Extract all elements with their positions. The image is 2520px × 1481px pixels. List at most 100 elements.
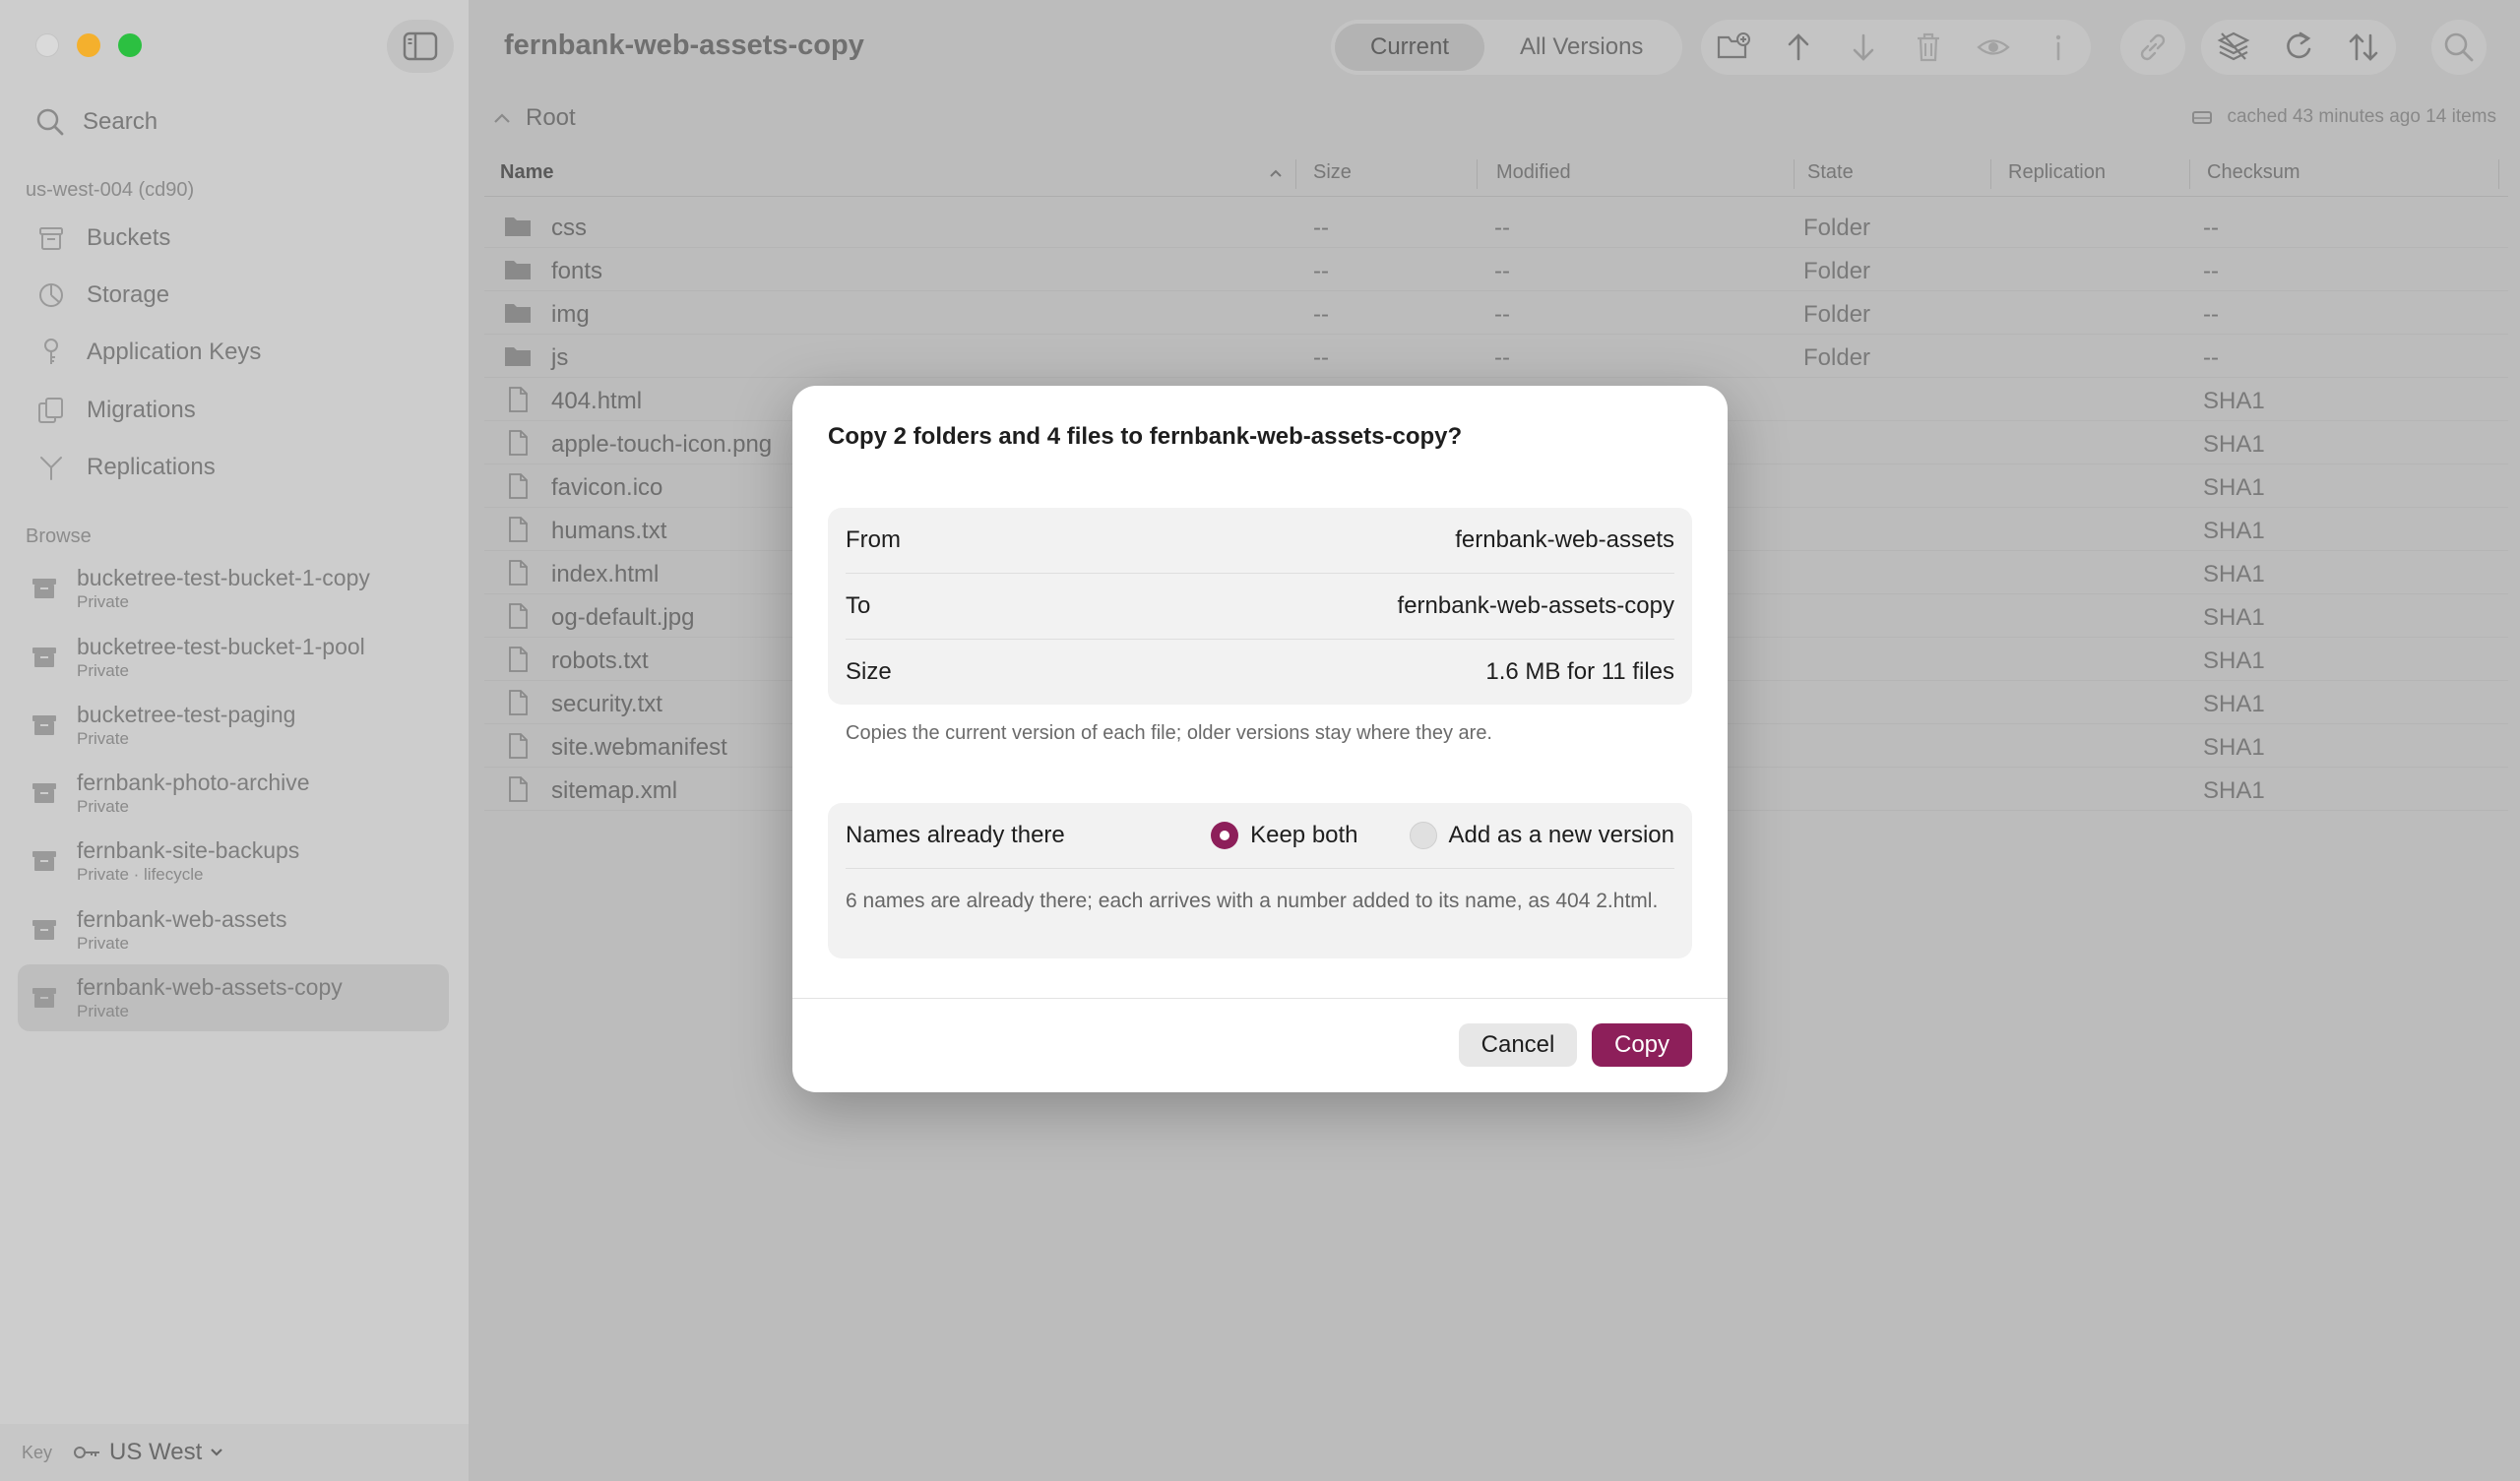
share-link-button[interactable] — [2120, 20, 2185, 75]
file-icon — [509, 560, 528, 586]
name-conflict-note: 6 names are already there; each arrives … — [846, 890, 1659, 912]
version-segmented-control: Current All Versions — [1331, 20, 1683, 75]
bucket-visibility: Private — [77, 797, 129, 816]
to-label: To — [846, 592, 871, 619]
file-icon — [509, 647, 528, 672]
sidebar-item-buckets[interactable]: Buckets — [35, 218, 170, 258]
close-window-button[interactable] — [35, 33, 59, 57]
sidebar-item-label: Storage — [87, 281, 170, 308]
bucket-visibility: Private — [77, 1002, 129, 1020]
minimize-window-button[interactable] — [77, 33, 100, 57]
row-checksum: SHA1 — [2203, 777, 2265, 804]
bucket-visibility: Private — [77, 661, 129, 680]
table-row[interactable]: css -- -- Folder -- — [484, 205, 2508, 248]
search-button[interactable] — [2431, 20, 2487, 75]
maximize-window-button[interactable] — [118, 33, 142, 57]
table-row[interactable]: js -- -- Folder -- — [484, 335, 2508, 378]
sidebar-item-application-keys[interactable]: Application Keys — [35, 333, 261, 372]
keep-both-radio[interactable]: Keep both — [1211, 822, 1358, 849]
pie-chart-icon — [39, 283, 63, 307]
chevron-down-icon — [211, 1449, 223, 1456]
bucket-name: bucketree-test-bucket-1-pool — [77, 634, 365, 659]
sort-ascending-icon — [1270, 169, 1282, 177]
bucket-icon — [32, 579, 56, 598]
sidebar-bucket[interactable]: fernbank-photo-archive Private — [18, 760, 449, 827]
name-conflict-label: Names already there — [846, 822, 1065, 848]
row-name: sitemap.xml — [551, 777, 678, 804]
from-label: From — [846, 526, 901, 553]
row-name: humans.txt — [551, 518, 667, 544]
sidebar-icon — [403, 31, 438, 61]
copy-confirmation-dialog: Copy 2 folders and 4 files to fernbank-w… — [792, 386, 1728, 1092]
column-header-name[interactable]: Name — [500, 161, 553, 184]
sidebar-item-migrations[interactable]: Migrations — [35, 391, 196, 430]
breadcrumb-root: Root — [526, 104, 576, 131]
row-checksum: -- — [2203, 301, 2219, 328]
column-header-checksum[interactable]: Checksum — [2207, 161, 2300, 184]
sidebar-bucket[interactable]: bucketree-test-bucket-1-pool Private — [18, 624, 449, 691]
link-icon — [2140, 33, 2166, 61]
sidebar-bucket[interactable]: bucketree-test-bucket-1-copy Private — [18, 555, 449, 622]
sidebar-bucket[interactable]: fernbank-web-assets Private — [18, 896, 449, 963]
account-heading: us-west-004 (cd90) — [26, 179, 195, 201]
add-new-version-radio[interactable]: Add as a new version — [1409, 822, 1674, 849]
row-name: site.webmanifest — [551, 734, 727, 761]
cancel-button[interactable]: Cancel — [1459, 1023, 1577, 1067]
sidebar-item-replications[interactable]: Replications — [35, 448, 216, 487]
cache-status-text: cached 43 minutes ago 14 items — [2227, 106, 2496, 127]
column-header-modified[interactable]: Modified — [1496, 161, 1571, 184]
sidebar-bucket[interactable]: bucketree-test-paging Private — [18, 692, 449, 759]
sidebar-item-label: Migrations — [87, 397, 196, 423]
sidebar-item-storage[interactable]: Storage — [35, 276, 169, 315]
sidebar-toggle-button[interactable] — [387, 20, 454, 73]
sort-button[interactable] — [2331, 20, 2396, 75]
eye-icon — [1977, 39, 2010, 55]
toolbar-link-group — [2120, 20, 2185, 75]
row-name: security.txt — [551, 691, 662, 717]
row-checksum: SHA1 — [2203, 691, 2265, 717]
copy-button[interactable]: Copy — [1592, 1023, 1692, 1067]
dialog-title: Copy 2 folders and 4 files to fernbank-w… — [828, 423, 1463, 450]
new-folder-button[interactable] — [1701, 20, 1766, 75]
info-icon — [2055, 34, 2061, 61]
refresh-button[interactable] — [2266, 20, 2331, 75]
trash-icon — [1918, 32, 1939, 62]
arrow-down-icon — [1853, 33, 1874, 61]
column-header-replication[interactable]: Replication — [2008, 161, 2106, 184]
radio-unselected-indicator — [1409, 822, 1437, 849]
column-header-size[interactable]: Size — [1313, 161, 1352, 184]
file-icon — [509, 690, 528, 715]
region-selector[interactable]: US West — [72, 1439, 223, 1466]
upload-button[interactable] — [1766, 20, 1831, 75]
sidebar-bucket-selected[interactable]: fernbank-web-assets-copy Private — [18, 964, 449, 1031]
tab-current[interactable]: Current — [1335, 24, 1485, 71]
branch-icon — [40, 457, 62, 480]
bucket-icon — [32, 715, 56, 735]
search-placeholder: Search — [83, 108, 158, 135]
radio-selected-indicator — [1211, 822, 1239, 849]
column-header-state[interactable]: State — [1807, 161, 1854, 184]
row-size: -- — [1313, 258, 1329, 284]
bucket-name: bucketree-test-paging — [77, 702, 296, 727]
table-row[interactable]: img -- -- Folder -- — [484, 291, 2508, 335]
breadcrumb[interactable]: Root — [492, 104, 576, 132]
drive-icon — [2192, 111, 2213, 124]
sort-icon — [2349, 33, 2378, 61]
sidebar-search[interactable]: Search — [35, 104, 158, 140]
delete-button[interactable] — [1896, 20, 1961, 75]
sidebar-item-label: Application Keys — [87, 339, 262, 365]
download-button[interactable] — [1831, 20, 1896, 75]
preview-button[interactable] — [1961, 20, 2026, 75]
row-state: Folder — [1803, 301, 1871, 328]
row-checksum: SHA1 — [2203, 518, 2265, 544]
sidebar-item-label: Buckets — [87, 224, 171, 251]
to-row: To fernbank-web-assets-copy — [846, 574, 1674, 639]
bucket-name: fernbank-photo-archive — [77, 770, 310, 795]
table-row[interactable]: fonts -- -- Folder -- — [484, 248, 2508, 291]
row-state: Folder — [1803, 258, 1871, 284]
tab-all-versions[interactable]: All Versions — [1484, 24, 1678, 71]
key-label: Key — [22, 1442, 53, 1462]
info-button[interactable] — [2026, 20, 2091, 75]
layers-button[interactable] — [2201, 20, 2266, 75]
sidebar-bucket[interactable]: fernbank-site-backups Private · lifecycle — [18, 828, 449, 895]
